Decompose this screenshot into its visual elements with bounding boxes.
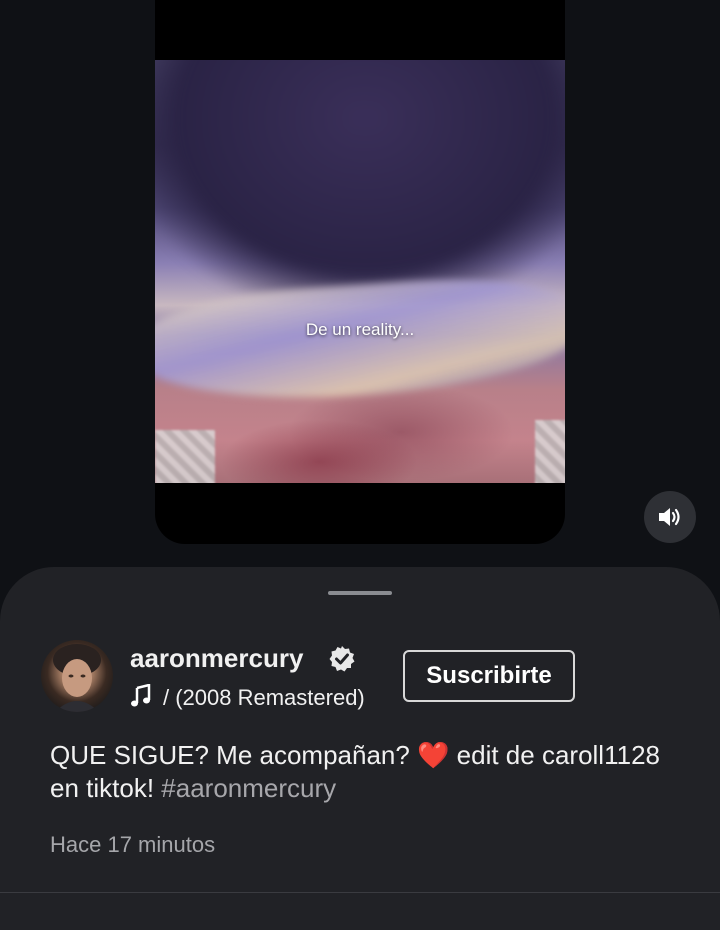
music-note-icon [131,684,151,707]
volume-button[interactable] [644,491,696,543]
song-title[interactable]: / (2008 Remastered) [163,685,365,711]
avatar-image [53,644,101,712]
volume-icon [659,508,680,526]
video-content-shirt-left [155,430,215,483]
video-frame[interactable]: De un reality... [155,60,565,483]
post-timestamp: Hace 17 minutos [50,832,216,857]
hashtag-link[interactable]: #aaronmercury [161,773,336,803]
post-description: QUE SIGUE? Me acompañan? ❤️ edit de caro… [50,739,670,805]
heart-emoji: ❤️ [417,740,450,770]
video-content-shirt-right [535,420,565,483]
description-text: QUE SIGUE? Me acompañan? [50,740,418,770]
verified-check-icon [329,646,355,672]
channel-name[interactable]: aaronmercury [130,643,303,674]
subscribe-button[interactable]: Suscribirte [403,650,575,702]
divider [0,892,720,893]
avatar[interactable] [41,640,113,712]
video-content-hair [155,60,565,300]
description-sheet: aaronmercury / (2008 Remastered) Suscrib… [0,567,720,930]
drag-handle[interactable] [328,591,392,595]
video-player[interactable]: De un reality... [155,0,565,544]
video-caption: De un reality... [305,320,415,339]
